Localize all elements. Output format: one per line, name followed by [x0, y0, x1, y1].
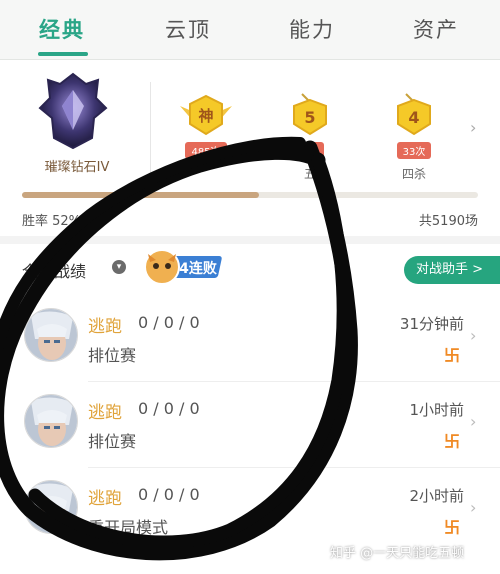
- legendary-medal-icon: 神: [180, 94, 232, 136]
- tab-ability[interactable]: 能力: [262, 14, 362, 44]
- match-result: 逃跑: [88, 489, 122, 509]
- win-rate-label: 胜率 52%: [22, 214, 82, 229]
- records-title[interactable]: 全部战绩: [22, 258, 86, 282]
- match-time: 1小时前: [409, 401, 464, 419]
- match-kda: 0 / 0 / 0: [138, 485, 200, 504]
- escape-icon: 卐: [444, 518, 461, 537]
- chevron-down-icon[interactable]: ▾: [112, 260, 126, 274]
- rank-emblem-icon[interactable]: [38, 72, 108, 150]
- streak-text: 4连败: [179, 260, 218, 277]
- medal-glyph: 5: [304, 108, 315, 127]
- champion-avatar: [24, 308, 78, 362]
- match-result: 逃跑: [88, 317, 122, 337]
- penta-kill-medal-icon: 5: [293, 93, 327, 136]
- chevron-right-icon[interactable]: ›: [470, 326, 476, 345]
- medal-penta-kill[interactable]: 5 3次 五: [270, 92, 350, 182]
- active-tab-indicator: [38, 52, 88, 56]
- match-time: 2小时前: [409, 487, 464, 505]
- chevron-right-icon[interactable]: ›: [470, 412, 476, 431]
- losing-streak-badge: 4连败: [142, 248, 228, 286]
- match-result: 逃跑: [88, 403, 122, 423]
- match-mode: 重开局模式: [88, 518, 169, 537]
- divider: [150, 82, 151, 182]
- match-mode: 排位赛: [88, 346, 137, 365]
- total-games-label: 共5190场: [418, 214, 478, 229]
- top-tab-bar: 经典 云顶 能力 资产: [0, 0, 500, 60]
- medal-legendary[interactable]: 神 485次: [166, 92, 246, 165]
- win-rate-fill: [22, 192, 260, 198]
- match-kda: 0 / 0 / 0: [138, 313, 200, 332]
- match-row[interactable]: 逃跑 0 / 0 / 0 排位赛 31分钟前 卐 ›: [0, 296, 500, 382]
- rank-name: 璀璨钻石IV: [44, 160, 110, 175]
- medal-label: 五: [303, 167, 316, 181]
- medal-quadra-kill[interactable]: 4 33次 四杀: [374, 92, 454, 182]
- match-row[interactable]: 逃跑 0 / 0 / 0 排位赛 1小时前 卐 ›: [0, 382, 500, 468]
- chevron-right-icon[interactable]: ›: [470, 498, 476, 517]
- escape-icon: 卐: [444, 432, 461, 451]
- match-time: 31分钟前: [399, 315, 464, 333]
- match-mode: 排位赛: [88, 432, 137, 451]
- medal-count: 485次: [185, 142, 227, 159]
- champion-avatar: [24, 394, 78, 448]
- section-divider: [0, 236, 500, 244]
- tab-assets[interactable]: 资产: [386, 14, 486, 44]
- battle-assistant-button[interactable]: 对战助手 >: [404, 256, 500, 284]
- tab-tft[interactable]: 云顶: [138, 14, 238, 44]
- chevron-right-icon[interactable]: ›: [470, 118, 476, 137]
- medal-label: 四杀: [401, 167, 426, 181]
- watermark: 知乎 @一天只能吃五顿: [330, 546, 465, 561]
- medal-glyph: 4: [408, 108, 419, 127]
- champion-avatar: [24, 480, 78, 534]
- match-kda: 0 / 0 / 0: [138, 399, 200, 418]
- tab-classic[interactable]: 经典: [12, 14, 112, 44]
- medal-count: 3次: [295, 142, 325, 159]
- medal-count: 33次: [396, 142, 432, 159]
- quadra-kill-medal-icon: 4: [397, 93, 431, 136]
- escape-icon: 卐: [444, 346, 461, 365]
- medal-glyph: 神: [198, 107, 213, 125]
- win-rate-bar: [22, 192, 478, 198]
